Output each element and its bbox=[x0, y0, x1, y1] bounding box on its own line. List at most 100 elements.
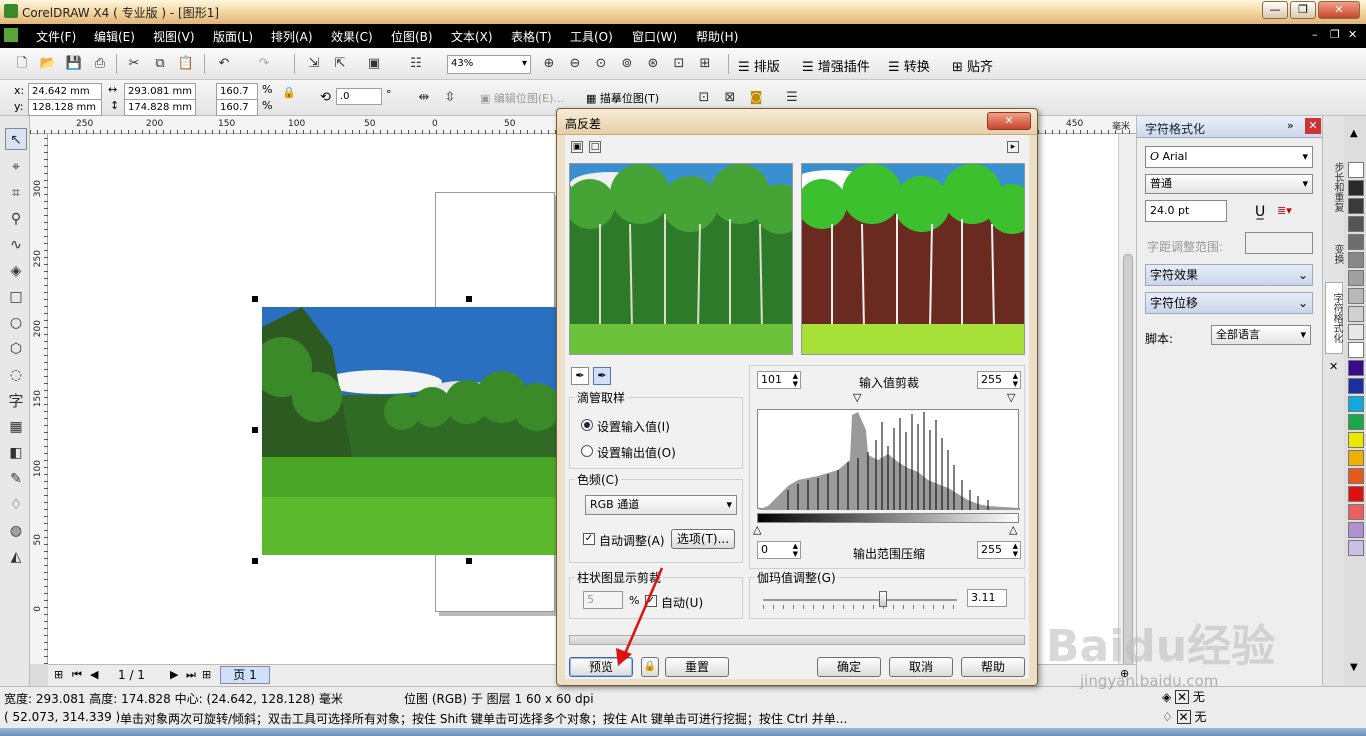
strikethrough-icon[interactable]: ≣▾ bbox=[1277, 204, 1292, 217]
docker-collapse-icon[interactable]: » bbox=[1287, 119, 1294, 132]
menu-bitmaps[interactable]: 位图(B) bbox=[389, 28, 435, 45]
menu-text[interactable]: 文本(X) bbox=[449, 28, 495, 45]
output-low-spinner[interactable]: 0 ▲ ▼ bbox=[757, 541, 801, 559]
pick-tool-icon[interactable]: ↖ bbox=[5, 128, 27, 150]
font-style-select[interactable]: 普通 ▾ bbox=[1145, 174, 1313, 194]
crop-tool-icon[interactable]: ⌗ bbox=[5, 182, 27, 204]
color-swatch[interactable] bbox=[1348, 306, 1364, 322]
copy-icon[interactable]: ⧉ bbox=[150, 54, 170, 74]
zoom-height-icon[interactable]: ⊞ bbox=[695, 54, 715, 74]
height-field[interactable]: 174.828 mm bbox=[124, 99, 196, 116]
menu-tools[interactable]: 工具(O) bbox=[568, 28, 615, 45]
polygon-tool-icon[interactable]: ⬡ bbox=[5, 338, 27, 360]
smart-fill-tool-icon[interactable]: ◈ bbox=[5, 260, 27, 282]
lock-ratio-icon[interactable]: 🔒 bbox=[282, 86, 296, 99]
tab-character-formatting[interactable]: 字符格式化 bbox=[1325, 282, 1343, 354]
tab-step-repeat[interactable]: 步长和重复 bbox=[1325, 152, 1343, 222]
menu-layout[interactable]: 版面(L) bbox=[211, 28, 255, 45]
eyedropper-black-icon[interactable]: ✒ bbox=[571, 367, 589, 385]
preview-mode-split-icon[interactable]: ▣ bbox=[571, 141, 583, 153]
ellipse-tool-icon[interactable]: ○ bbox=[5, 312, 27, 334]
crop-bitmap-icon[interactable]: ⊡ bbox=[694, 88, 714, 108]
color-swatch[interactable] bbox=[1348, 324, 1364, 340]
zoom-select[interactable]: 43% ▾ bbox=[447, 55, 531, 74]
script-select[interactable]: 全部语言 ▾ bbox=[1211, 325, 1311, 345]
color-swatch[interactable] bbox=[1348, 270, 1364, 286]
selection-handle[interactable] bbox=[466, 558, 472, 564]
docker-close-icon[interactable]: ✕ bbox=[1305, 118, 1321, 134]
auto-adjust-checkbox[interactable]: ✓ bbox=[583, 533, 595, 545]
selection-handle[interactable] bbox=[252, 296, 258, 302]
y-position-field[interactable]: 128.128 mm bbox=[28, 99, 102, 116]
help-button[interactable]: 帮助 bbox=[961, 657, 1025, 677]
tab-close-icon[interactable]: ✕ bbox=[1329, 360, 1338, 373]
zoom-in-icon[interactable]: ⊕ bbox=[539, 54, 559, 74]
open-icon[interactable]: 📂 bbox=[38, 54, 58, 74]
trace-bitmap-button[interactable]: ▦ 描摹位图(T) bbox=[586, 90, 659, 106]
prev-page-icon[interactable]: ◀ bbox=[90, 668, 98, 681]
dialog-close-button[interactable]: ✕ bbox=[987, 112, 1031, 130]
freehand-tool-icon[interactable]: ∿ bbox=[5, 234, 27, 256]
color-swatch[interactable] bbox=[1348, 180, 1364, 196]
color-swatch[interactable] bbox=[1348, 486, 1364, 502]
original-preview[interactable] bbox=[569, 163, 793, 355]
output-high-marker-icon[interactable]: △ bbox=[1009, 523, 1017, 536]
first-page-icon[interactable]: ⏮ bbox=[72, 668, 82, 682]
text-tool-icon[interactable]: 字 bbox=[5, 390, 27, 412]
selection-handle[interactable] bbox=[252, 427, 258, 433]
plugin-convert-button[interactable]: ☰ 转换 bbox=[888, 56, 930, 75]
menu-effects[interactable]: 效果(C) bbox=[329, 28, 375, 45]
color-swatch[interactable] bbox=[1348, 432, 1364, 448]
bitmap-color-mask-icon[interactable]: ◙ bbox=[746, 88, 766, 108]
vertical-scrollbar[interactable] bbox=[1118, 134, 1136, 674]
rectangle-tool-icon[interactable]: □ bbox=[5, 286, 27, 308]
shape-tool-icon[interactable]: ⌖ bbox=[5, 156, 27, 178]
color-swatch[interactable] bbox=[1348, 360, 1364, 376]
output-low-marker-icon[interactable]: △ bbox=[753, 523, 761, 536]
mirror-vertical-icon[interactable]: ⇳ bbox=[440, 88, 460, 108]
palette-down-icon[interactable]: ▼ bbox=[1350, 662, 1358, 673]
menu-help[interactable]: 帮助(H) bbox=[694, 28, 740, 45]
page-tab[interactable]: 页 1 bbox=[220, 666, 270, 684]
font-size-field[interactable]: 24.0 pt bbox=[1145, 200, 1227, 222]
input-low-marker-icon[interactable]: ▽ bbox=[853, 391, 861, 404]
minimize-button[interactable]: — bbox=[1262, 1, 1288, 19]
save-icon[interactable]: 💾 bbox=[64, 54, 84, 74]
color-swatch[interactable] bbox=[1348, 234, 1364, 250]
scale-x-field[interactable]: 160.7 bbox=[216, 83, 258, 100]
application-launcher-icon[interactable]: ▣ bbox=[364, 54, 384, 74]
eyedropper-white-icon[interactable]: ✒ bbox=[593, 367, 611, 385]
underline-icon[interactable]: U̲ bbox=[1255, 204, 1265, 220]
basic-shapes-tool-icon[interactable]: ◌ bbox=[5, 364, 27, 386]
result-preview[interactable] bbox=[801, 163, 1025, 355]
doc-close-button[interactable]: ✕ bbox=[1348, 28, 1357, 41]
doc-minimize-button[interactable]: – bbox=[1312, 28, 1318, 41]
color-swatch[interactable] bbox=[1348, 504, 1364, 520]
color-swatch[interactable] bbox=[1348, 162, 1364, 178]
cut-icon[interactable]: ✂ bbox=[124, 54, 144, 74]
color-swatch[interactable] bbox=[1348, 198, 1364, 214]
channel-select[interactable]: RGB 通道 ▾ bbox=[585, 495, 737, 515]
undo-icon[interactable]: ↶ bbox=[214, 54, 234, 74]
color-swatch[interactable] bbox=[1348, 522, 1364, 538]
tab-transform[interactable]: 变换 bbox=[1325, 234, 1343, 274]
menu-window[interactable]: 窗口(W) bbox=[630, 28, 679, 45]
outline-tool-icon[interactable]: ♢ bbox=[5, 494, 27, 516]
input-low-spinner[interactable]: 101 ▲ ▼ bbox=[757, 371, 801, 389]
character-shift-section[interactable]: 字符位移 ⌄ bbox=[1145, 292, 1313, 314]
color-swatch[interactable] bbox=[1348, 468, 1364, 484]
color-swatch[interactable] bbox=[1348, 252, 1364, 268]
color-swatch[interactable] bbox=[1348, 540, 1364, 556]
color-swatch[interactable] bbox=[1348, 414, 1364, 430]
character-effects-section[interactable]: 字符效果 ⌄ bbox=[1145, 264, 1313, 286]
zoom-all-icon[interactable]: ⊚ bbox=[617, 54, 637, 74]
set-input-radio[interactable] bbox=[581, 419, 593, 431]
redo-icon[interactable]: ↷ bbox=[254, 54, 274, 74]
gamma-field[interactable]: 3.11 bbox=[967, 589, 1007, 607]
zoom-width-icon[interactable]: ⊡ bbox=[669, 54, 689, 74]
color-swatch[interactable] bbox=[1348, 450, 1364, 466]
wrap-text-icon[interactable]: ☰ bbox=[782, 88, 802, 108]
output-high-spinner[interactable]: 255 ▲ ▼ bbox=[977, 541, 1021, 559]
add-page-end-icon[interactable]: ⊞ bbox=[202, 668, 211, 681]
plugin-enhance-button[interactable]: ☰ 增强插件 bbox=[802, 56, 870, 75]
